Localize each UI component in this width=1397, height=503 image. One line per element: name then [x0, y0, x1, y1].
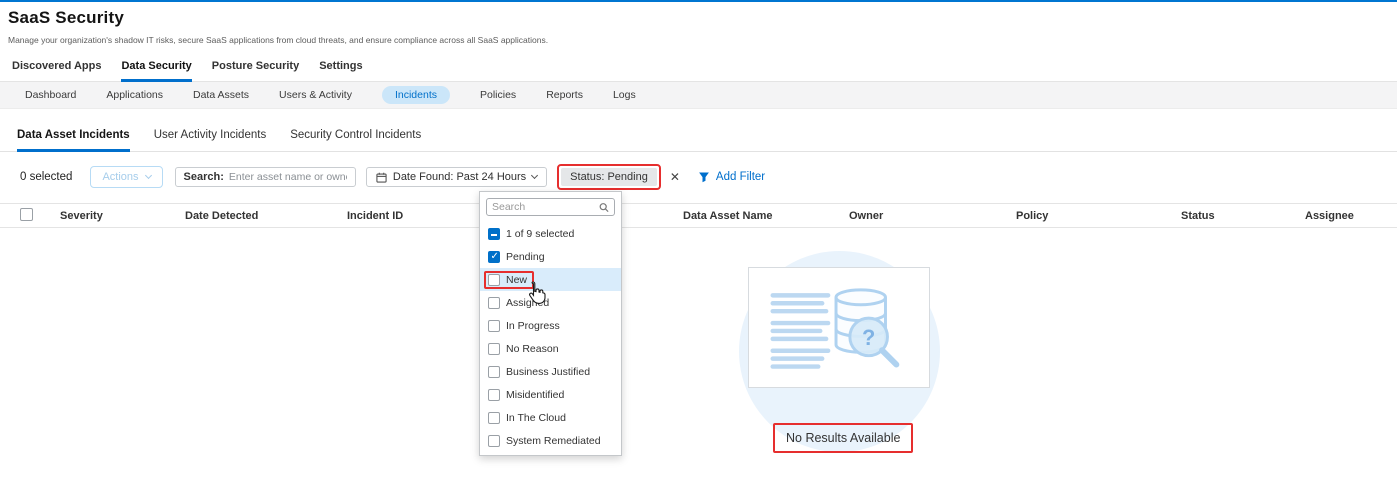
assigned-checkbox[interactable] [488, 297, 500, 309]
status-option-new[interactable]: New [480, 268, 621, 291]
empty-state-illustration: ? [748, 267, 930, 388]
in-the-cloud-checkbox[interactable] [488, 412, 500, 424]
search-input[interactable] [229, 171, 347, 183]
status-option-label: In The Cloud [506, 412, 566, 424]
page-header: SaaS Security Manage your organization's… [0, 8, 1397, 45]
column-date-detected[interactable]: Date Detected [173, 210, 335, 222]
subnav-dashboard[interactable]: Dashboard [25, 89, 76, 101]
table-header-checkbox-cell [0, 208, 48, 224]
toolbar: 0 selected Actions Search: Date Found: P… [0, 164, 1397, 190]
nav-posture-security[interactable]: Posture Security [212, 55, 299, 81]
subnav-incidents[interactable]: Incidents [382, 86, 450, 104]
top-border [0, 0, 1397, 2]
incident-tabs: Data Asset Incidents User Activity Incid… [0, 123, 1397, 152]
actions-button[interactable]: Actions [90, 166, 162, 188]
primary-nav: Discovered Apps Data Security Posture Se… [0, 55, 1397, 82]
dropdown-search-box[interactable] [486, 198, 615, 216]
subnav-users-activity[interactable]: Users & Activity [279, 89, 352, 101]
annotation-box-status-chip: Status: Pending [557, 164, 661, 190]
status-option-in-progress[interactable]: In Progress [480, 314, 621, 337]
chevron-down-icon [531, 172, 538, 179]
add-filter-button[interactable]: Add Filter [698, 171, 765, 183]
subnav-policies[interactable]: Policies [480, 89, 516, 101]
subnav-applications[interactable]: Applications [106, 89, 163, 101]
tab-user-activity-incidents[interactable]: User Activity Incidents [154, 123, 266, 151]
search-box[interactable]: Search: [175, 167, 356, 187]
date-filter-dropdown[interactable]: Date Found: Past 24 Hours [366, 167, 547, 187]
column-data-asset-name[interactable]: Data Asset Name [671, 210, 837, 222]
status-option-business-justified[interactable]: Business Justified [480, 360, 621, 383]
dropdown-search-input[interactable] [492, 201, 599, 213]
new-checkbox[interactable] [488, 274, 500, 286]
subnav-reports[interactable]: Reports [546, 89, 583, 101]
selected-count: 0 selected [20, 171, 72, 183]
status-option-label: In Progress [506, 320, 560, 332]
nav-settings[interactable]: Settings [319, 55, 362, 81]
status-option-label: Business Justified [506, 366, 590, 378]
add-filter-label: Add Filter [716, 171, 765, 183]
status-option-assigned[interactable]: Assigned [480, 291, 621, 314]
no-reason-checkbox[interactable] [488, 343, 500, 355]
status-option-label: Misidentified [506, 389, 564, 401]
actions-button-label: Actions [102, 171, 138, 183]
column-policy[interactable]: Policy [1004, 210, 1169, 222]
status-filter-dropdown-panel: 1 of 9 selected Pending New Assigned In … [479, 191, 622, 456]
select-all-statuses-checkbox[interactable] [488, 228, 500, 240]
page-title: SaaS Security [8, 8, 1397, 28]
empty-state-message: No Results Available [786, 431, 900, 445]
status-filter-chip[interactable]: Status: Pending [561, 168, 657, 186]
misidentified-checkbox[interactable] [488, 389, 500, 401]
remove-filter-icon[interactable]: ✕ [670, 170, 680, 184]
column-severity[interactable]: Severity [48, 210, 173, 222]
app-root: SaaS Security Manage your organization's… [0, 0, 1397, 503]
svg-text:?: ? [862, 325, 875, 350]
tab-security-control-incidents[interactable]: Security Control Incidents [290, 123, 421, 151]
status-option-label: No Reason [506, 343, 559, 355]
column-status[interactable]: Status [1169, 210, 1293, 222]
column-assignee[interactable]: Assignee [1293, 210, 1397, 222]
page-subtitle: Manage your organization's shadow IT ris… [8, 35, 1397, 45]
status-option-system-remediated[interactable]: System Remediated [480, 429, 621, 452]
search-icon [599, 202, 609, 213]
select-all-checkbox[interactable] [20, 208, 33, 221]
status-option-misidentified[interactable]: Misidentified [480, 383, 621, 406]
chevron-down-icon [144, 172, 151, 179]
status-option-label: New [506, 274, 527, 286]
system-remediated-checkbox[interactable] [488, 435, 500, 447]
date-filter-label: Date Found: Past 24 Hours [393, 171, 526, 183]
status-option-in-the-cloud[interactable]: In The Cloud [480, 406, 621, 429]
status-option-label: Pending [506, 251, 545, 263]
status-option-label: System Remediated [506, 435, 601, 447]
table-header: Severity Date Detected Incident ID Data … [0, 203, 1397, 228]
nav-discovered-apps[interactable]: Discovered Apps [12, 55, 101, 81]
column-owner[interactable]: Owner [837, 210, 1004, 222]
secondary-nav: Dashboard Applications Data Assets Users… [0, 82, 1397, 109]
tab-data-asset-incidents[interactable]: Data Asset Incidents [17, 123, 130, 151]
dropdown-summary-row[interactable]: 1 of 9 selected [480, 222, 621, 245]
in-progress-checkbox[interactable] [488, 320, 500, 332]
business-justified-checkbox[interactable] [488, 366, 500, 378]
subnav-data-assets[interactable]: Data Assets [193, 89, 249, 101]
dropdown-summary-label: 1 of 9 selected [506, 228, 574, 240]
filter-funnel-icon [698, 171, 710, 183]
status-option-no-reason[interactable]: No Reason [480, 337, 621, 360]
calendar-icon [376, 172, 387, 183]
database-search-icon: ? [749, 267, 929, 388]
pending-checkbox[interactable] [488, 251, 500, 263]
status-option-pending[interactable]: Pending [480, 245, 621, 268]
annotation-box-no-results: No Results Available [773, 423, 913, 453]
cursor-hand-icon [527, 281, 546, 310]
subnav-logs[interactable]: Logs [613, 89, 636, 101]
search-label: Search: [184, 171, 224, 183]
nav-data-security[interactable]: Data Security [121, 55, 191, 81]
